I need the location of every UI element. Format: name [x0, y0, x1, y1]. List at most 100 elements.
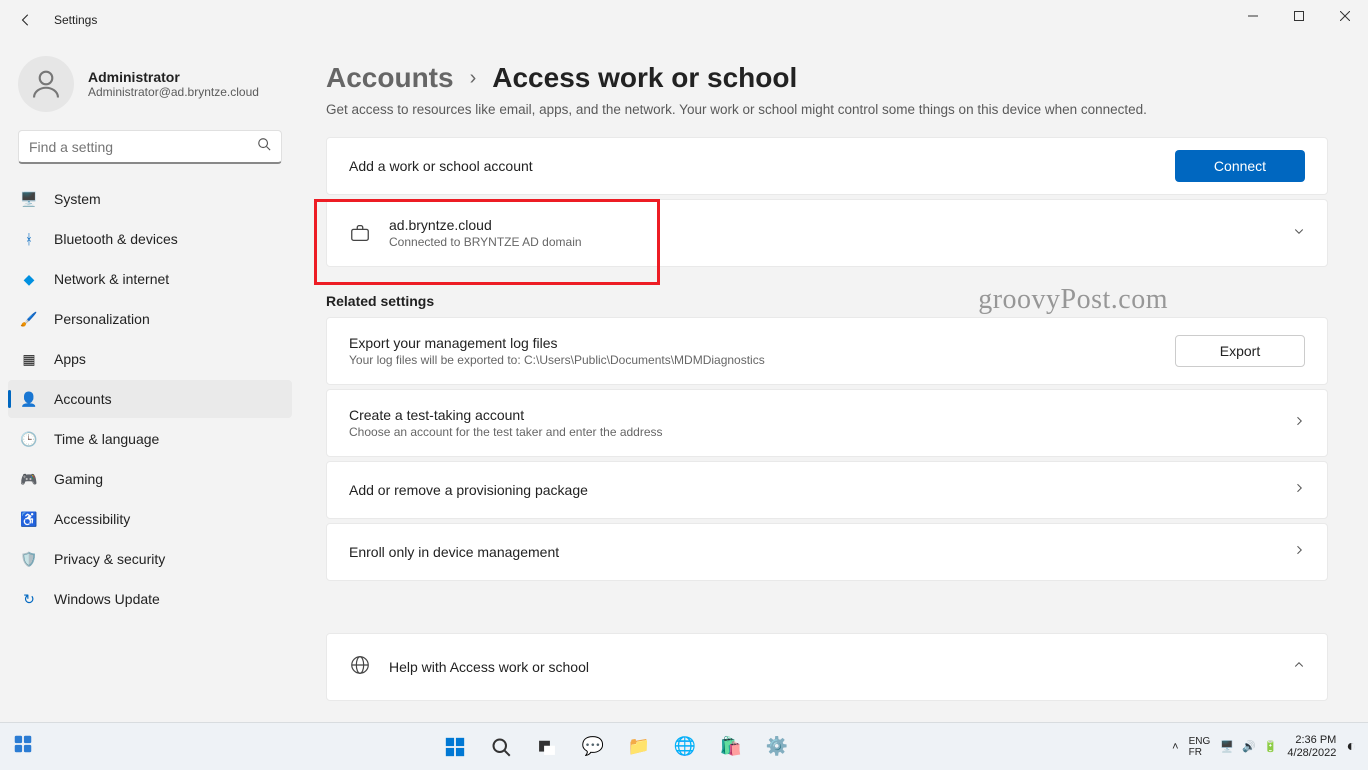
- user-block[interactable]: Administrator Administrator@ad.bryntze.c…: [0, 50, 300, 130]
- export-title: Export your management log files: [349, 335, 1157, 351]
- enroll-title: Enroll only in device management: [349, 544, 1275, 560]
- search-button[interactable]: [481, 727, 521, 767]
- sidebar-item-accounts[interactable]: 👤 Accounts: [8, 380, 292, 418]
- clock[interactable]: 2:36 PM 4/28/2022: [1287, 734, 1336, 760]
- sidebar-item-label: Apps: [54, 351, 86, 367]
- page-description: Get access to resources like email, apps…: [326, 102, 1328, 117]
- clock-time: 2:36 PM: [1287, 734, 1336, 747]
- export-button[interactable]: Export: [1175, 335, 1305, 367]
- shield-icon: 🛡️: [20, 550, 38, 568]
- sidebar-item-personalization[interactable]: 🖌️ Personalization: [8, 300, 292, 338]
- page-title: Access work or school: [492, 62, 797, 94]
- window-controls: [1230, 0, 1368, 32]
- sidebar-item-apps[interactable]: ▦ Apps: [8, 340, 292, 378]
- back-button[interactable]: [6, 0, 46, 40]
- chevron-right-icon: ›: [470, 67, 477, 90]
- minimize-button[interactable]: [1230, 0, 1276, 32]
- titlebar: Settings: [0, 0, 1368, 40]
- connected-account-card[interactable]: ad.bryntze.cloud Connected to BRYNTZE AD…: [326, 199, 1328, 267]
- store-icon[interactable]: 🛍️: [711, 727, 751, 767]
- test-taking-card[interactable]: Create a test-taking account Choose an a…: [326, 389, 1328, 457]
- user-name: Administrator: [88, 69, 259, 85]
- chevron-up-icon: [1293, 658, 1305, 676]
- app-title: Settings: [54, 13, 97, 27]
- main-content: Accounts › Access work or school Get acc…: [300, 40, 1368, 722]
- sidebar-item-system[interactable]: 🖥️ System: [8, 180, 292, 218]
- person-icon: 👤: [20, 390, 38, 408]
- update-icon: ↻: [20, 590, 38, 608]
- clock-date: 4/28/2022: [1287, 747, 1336, 760]
- sidebar-item-label: Personalization: [54, 311, 150, 327]
- network-tray-icon[interactable]: 🖥️: [1220, 740, 1234, 753]
- sidebar-item-label: Network & internet: [54, 271, 169, 287]
- sidebar-item-bluetooth[interactable]: ᚼBluetooth & devices: [8, 220, 292, 258]
- sidebar-item-network[interactable]: ◆ Network & internet: [8, 260, 292, 298]
- sidebar-item-gaming[interactable]: 🎮 Gaming: [8, 460, 292, 498]
- sidebar-item-privacy[interactable]: 🛡️ Privacy & security: [8, 540, 292, 578]
- accessibility-icon: ♿: [20, 510, 38, 528]
- globe-help-icon: [349, 654, 371, 681]
- enroll-card[interactable]: Enroll only in device management: [326, 523, 1328, 581]
- chevron-right-icon: [1293, 481, 1305, 499]
- brush-icon: 🖌️: [20, 310, 38, 328]
- export-subtitle: Your log files will be exported to: C:\U…: [349, 353, 1157, 367]
- tray-chevron-up-icon[interactable]: ˄: [1172, 741, 1178, 753]
- start-button[interactable]: [435, 727, 475, 767]
- chevron-right-icon: [1293, 543, 1305, 561]
- sidebar-item-label: Privacy & security: [54, 551, 165, 567]
- help-title: Help with Access work or school: [389, 659, 1275, 675]
- sidebar-item-label: System: [54, 191, 101, 207]
- sidebar: Administrator Administrator@ad.bryntze.c…: [0, 40, 300, 722]
- breadcrumb: Accounts › Access work or school: [326, 62, 1328, 94]
- sidebar-item-label: Bluetooth & devices: [54, 231, 178, 247]
- search-field[interactable]: [29, 139, 257, 155]
- notifications-icon[interactable]: ◐: [1346, 738, 1356, 756]
- breadcrumb-parent[interactable]: Accounts: [326, 62, 454, 94]
- search-icon: [257, 137, 271, 156]
- task-view-button[interactable]: [527, 727, 567, 767]
- chevron-down-icon: [1293, 224, 1305, 242]
- sidebar-item-label: Windows Update: [54, 591, 160, 607]
- volume-tray-icon[interactable]: 🔊: [1242, 740, 1256, 753]
- close-button[interactable]: [1322, 0, 1368, 32]
- help-card[interactable]: Help with Access work or school: [326, 633, 1328, 701]
- gamepad-icon: 🎮: [20, 470, 38, 488]
- sidebar-item-label: Accessibility: [54, 511, 130, 527]
- nav-list: 🖥️ System ᚼBluetooth & devices ◆ Network &…: [0, 180, 300, 618]
- edge-icon[interactable]: 🌐: [665, 727, 705, 767]
- chevron-right-icon: [1293, 414, 1305, 432]
- battery-tray-icon[interactable]: 🔋: [1264, 740, 1278, 753]
- connected-account-subtitle: Connected to BRYNTZE AD domain: [389, 235, 1275, 249]
- user-email: Administrator@ad.bryntze.cloud: [88, 85, 259, 99]
- add-account-card: Add a work or school account Connect: [326, 137, 1328, 195]
- globe-clock-icon: 🕒: [20, 430, 38, 448]
- connected-account-title: ad.bryntze.cloud: [389, 217, 1275, 233]
- lang-secondary: FR: [1189, 747, 1211, 758]
- sidebar-item-windows-update[interactable]: ↻ Windows Update: [8, 580, 292, 618]
- maximize-button[interactable]: [1276, 0, 1322, 32]
- sidebar-item-label: Gaming: [54, 471, 103, 487]
- add-account-label: Add a work or school account: [349, 158, 1157, 174]
- system-icon: 🖥️: [20, 190, 38, 208]
- settings-icon[interactable]: ⚙️: [757, 727, 797, 767]
- avatar: [18, 56, 74, 112]
- apps-icon: ▦: [20, 350, 38, 368]
- related-settings-heading: Related settings: [326, 293, 1328, 309]
- taskbar: 💬 📁 🌐 🛍️ ⚙️ ˄ ENG FR 🖥️ 🔊 🔋 2:36 PM 4/28…: [0, 722, 1368, 770]
- file-explorer-icon[interactable]: 📁: [619, 727, 659, 767]
- connect-button[interactable]: Connect: [1175, 150, 1305, 182]
- provisioning-title: Add or remove a provisioning package: [349, 482, 1275, 498]
- export-logs-card: Export your management log files Your lo…: [326, 317, 1328, 385]
- search-input[interactable]: [18, 130, 282, 164]
- briefcase-icon: [349, 222, 371, 244]
- sidebar-item-label: Accounts: [54, 391, 112, 407]
- sidebar-item-accessibility[interactable]: ♿ Accessibility: [8, 500, 292, 538]
- sidebar-item-time-language[interactable]: 🕒Time & language: [8, 420, 292, 458]
- wifi-icon: ◆: [20, 270, 38, 288]
- test-taking-title: Create a test-taking account: [349, 407, 1275, 423]
- chat-icon[interactable]: 💬: [573, 727, 613, 767]
- test-taking-subtitle: Choose an account for the test taker and…: [349, 425, 1275, 439]
- provisioning-card[interactable]: Add or remove a provisioning package: [326, 461, 1328, 519]
- widgets-icon[interactable]: [12, 733, 34, 760]
- language-switcher[interactable]: ENG FR: [1189, 736, 1211, 758]
